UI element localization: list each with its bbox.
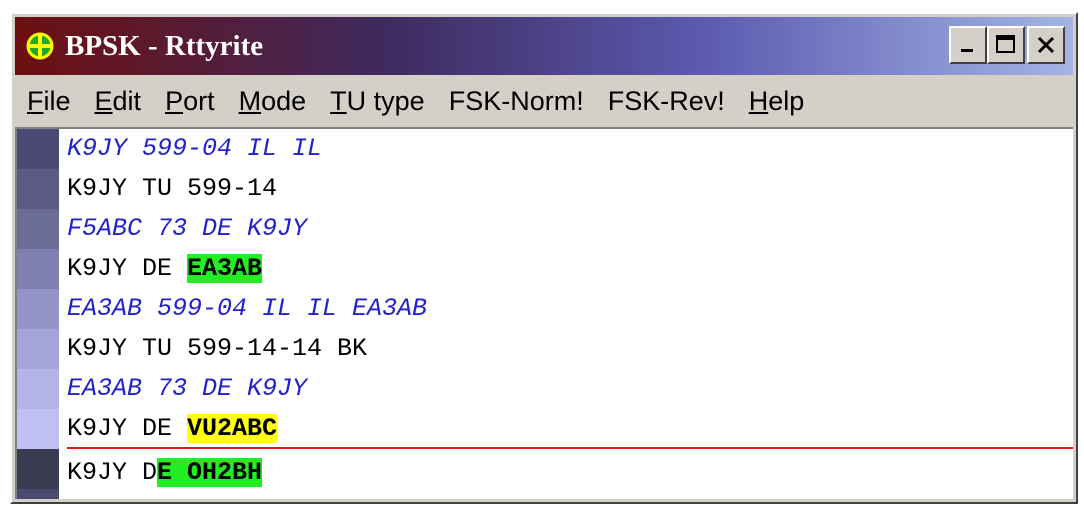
minimize-icon — [961, 49, 973, 52]
menu-fsk-rev[interactable]: FSK-Rev! — [596, 86, 737, 117]
text-line: K9JY 599-04 IL IL — [67, 134, 323, 163]
gutter-cell — [17, 209, 59, 249]
gutter-cell — [17, 449, 59, 489]
menu-help[interactable]: Help — [737, 86, 817, 117]
window-title: BPSK - Rttyrite — [65, 29, 264, 62]
gutter-cell — [17, 249, 59, 289]
text-line: K9JY DE EA3AB — [67, 254, 263, 283]
close-button[interactable] — [1027, 26, 1065, 64]
maximize-button[interactable] — [987, 26, 1025, 64]
callsign-highlight[interactable]: EA3AB — [187, 254, 263, 283]
gutter-cell — [17, 329, 59, 369]
text-line: K9JY DE VU2ABC — [67, 414, 278, 443]
gutter-cell — [17, 489, 59, 499]
menu-tu-type[interactable]: TU type — [318, 86, 437, 117]
callsign-highlight[interactable]: VU2ABC — [187, 414, 278, 443]
text-line: K9JY TU 599-14 — [67, 174, 278, 203]
title-bar[interactable]: BPSK - Rttyrite — [15, 17, 1073, 75]
menu-file[interactable]: File — [15, 86, 83, 117]
divider-line — [67, 447, 1073, 449]
text-line: K9JY DE OH2BH — [67, 458, 263, 487]
minimize-button[interactable] — [949, 26, 987, 64]
gutter-cell — [17, 409, 59, 449]
app-icon[interactable] — [25, 31, 55, 61]
menu-fsk-norm[interactable]: FSK-Norm! — [437, 86, 596, 117]
text-line: EA3AB 73 DE K9JY — [67, 374, 308, 403]
menu-bar: File Edit Port Mode TU type FSK-Norm! FS… — [15, 77, 1073, 125]
text-line: K9JY TU 599-14-14 BK — [67, 334, 368, 363]
text-lines: K9JY 599-04 IL IL K9JY TU 599-14 F5ABC 7… — [67, 129, 1073, 493]
text-line: F5ABC 73 DE K9JY — [67, 214, 308, 243]
close-icon — [1037, 36, 1055, 54]
menu-mode[interactable]: Mode — [227, 86, 319, 117]
maximize-icon — [996, 35, 1015, 53]
menu-port[interactable]: Port — [153, 86, 227, 117]
receive-pane[interactable]: K9JY 599-04 IL IL K9JY TU 599-14 F5ABC 7… — [15, 127, 1073, 499]
app-window: BPSK - Rttyrite File Edit Port Mode TU t… — [10, 12, 1078, 504]
callsign-highlight[interactable]: E OH2BH — [157, 458, 263, 487]
gutter-cell — [17, 169, 59, 209]
gutter-cell — [17, 129, 59, 169]
gutter-cell — [17, 369, 59, 409]
line-gutter — [17, 129, 59, 499]
text-line: EA3AB 599-04 IL IL EA3AB — [67, 294, 428, 323]
menu-edit[interactable]: Edit — [83, 86, 154, 117]
gutter-cell — [17, 289, 59, 329]
